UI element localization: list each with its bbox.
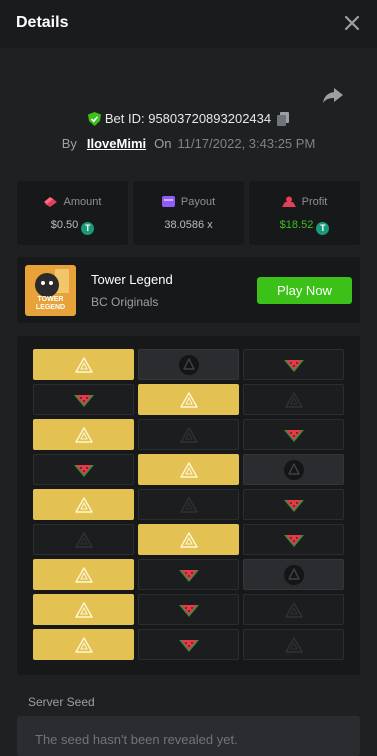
board-cell-r7-c1 xyxy=(33,559,134,590)
gem-icon xyxy=(74,566,93,583)
watermelon-icon xyxy=(283,429,304,442)
profit-value: $18.52 xyxy=(279,219,314,231)
stats-row: Amount $0.50 T Payout 38.0586 x Profit $1… xyxy=(17,181,360,245)
board-cell-r8-c1 xyxy=(33,594,134,625)
board-cell-r9-c2 xyxy=(138,629,239,660)
amount-value: $0.50 xyxy=(50,219,79,231)
copy-icon[interactable] xyxy=(277,112,290,126)
board-cell-r6-c1 xyxy=(33,524,134,555)
gem-icon xyxy=(179,531,198,548)
gem-icon xyxy=(284,601,303,618)
profit-label-row: Profit xyxy=(249,196,360,208)
profit-label: Profit xyxy=(301,196,328,208)
board-cell-r6-c3 xyxy=(243,524,344,555)
gem-icon xyxy=(179,426,198,443)
username-link[interactable]: IloveMimi xyxy=(87,136,146,151)
bet-date: 11/17/2022, 3:43:25 PM xyxy=(177,136,316,151)
server-seed-placeholder: The seed hasn't been revealed yet. xyxy=(35,732,238,747)
gem-icon xyxy=(179,461,198,478)
board-cell-r4-c2 xyxy=(138,454,239,485)
gem-icon xyxy=(284,391,303,408)
board-cell-r5-c3 xyxy=(243,489,344,520)
board-cell-r1-c2 xyxy=(138,349,239,380)
payout-value: 38.0586 x xyxy=(164,219,213,231)
board-cell-r8-c2 xyxy=(138,594,239,625)
server-seed-label: Server Seed xyxy=(28,695,95,709)
watermelon-icon xyxy=(283,499,304,512)
board-cell-r4-c1 xyxy=(33,454,134,485)
on-label: On xyxy=(154,136,172,151)
tower-board xyxy=(17,336,360,675)
watermelon-icon xyxy=(283,359,304,372)
game-card: TOWER LEGEND Tower Legend BC Originals P… xyxy=(17,257,360,323)
gem-icon xyxy=(179,391,198,408)
amount-label: Amount xyxy=(63,196,102,208)
board-cell-r5-c2 xyxy=(138,489,239,520)
board-cell-r3-c3 xyxy=(243,419,344,450)
board-cell-r1-c1 xyxy=(33,349,134,380)
watermelon-icon xyxy=(178,639,199,652)
game-name: Tower Legend xyxy=(91,272,173,287)
coins-icon xyxy=(43,197,57,207)
payout-label-row: Payout xyxy=(133,196,244,208)
header-bar: Details xyxy=(0,0,377,48)
board-cell-r5-c1 xyxy=(33,489,134,520)
gem-icon xyxy=(179,496,198,513)
gem-icon xyxy=(74,496,93,513)
board-cell-r9-c1 xyxy=(33,629,134,660)
board-cell-r6-c2 xyxy=(138,524,239,555)
gem-icon xyxy=(74,426,93,443)
amount-card: Amount $0.50 T xyxy=(17,181,128,245)
play-now-button[interactable]: Play Now xyxy=(257,277,352,304)
profit-icon xyxy=(281,196,296,207)
bet-byline: By IloveMimi On 11/17/2022, 3:43:25 PM xyxy=(0,136,377,151)
board-cell-r2-c3 xyxy=(243,384,344,415)
gem-icon xyxy=(74,601,93,618)
gem-icon xyxy=(283,564,304,585)
page-title: Details xyxy=(16,14,69,31)
watermelon-icon xyxy=(178,604,199,617)
board-cell-r3-c1 xyxy=(33,419,134,450)
watermelon-icon xyxy=(73,464,94,477)
wallet-icon xyxy=(161,196,175,207)
gem-icon xyxy=(284,636,303,653)
gem-icon xyxy=(74,356,93,373)
gem-icon xyxy=(74,636,93,653)
gem-icon xyxy=(178,354,199,375)
board-cell-r3-c2 xyxy=(138,419,239,450)
payout-card: Payout 38.0586 x xyxy=(133,181,244,245)
payout-label: Payout xyxy=(180,196,216,208)
gem-icon xyxy=(283,459,304,480)
by-label: By xyxy=(61,136,77,151)
bet-id-row: Bet ID: 95803720893202434 xyxy=(0,111,377,126)
board-cell-r2-c1 xyxy=(33,384,134,415)
watermelon-icon xyxy=(283,534,304,547)
close-icon[interactable] xyxy=(341,12,363,34)
tether-token-icon: T xyxy=(316,222,330,235)
gem-icon xyxy=(74,531,93,548)
board-cell-r4-c3 xyxy=(243,454,344,485)
board-cell-r1-c3 xyxy=(243,349,344,380)
profit-card: Profit $18.52 T xyxy=(249,181,360,245)
watermelon-icon xyxy=(73,394,94,407)
server-seed-field: The seed hasn't been revealed yet. xyxy=(17,716,360,756)
board-cell-r9-c3 xyxy=(243,629,344,660)
game-provider: BC Originals xyxy=(91,295,159,309)
tether-token-icon: T xyxy=(81,222,95,235)
board-cell-r2-c2 xyxy=(138,384,239,415)
watermelon-icon xyxy=(178,569,199,582)
shield-check-icon xyxy=(87,112,101,126)
amount-value-row: $0.50 T xyxy=(17,219,128,235)
game-thumbnail[interactable]: TOWER LEGEND xyxy=(25,265,76,316)
profit-value-row: $18.52 T xyxy=(249,219,360,235)
share-icon[interactable] xyxy=(322,86,344,104)
board-cell-r7-c2 xyxy=(138,559,239,590)
board-cell-r8-c3 xyxy=(243,594,344,625)
bet-id-text: Bet ID: 95803720893202434 xyxy=(104,111,272,126)
amount-label-row: Amount xyxy=(17,196,128,208)
board-cell-r7-c3 xyxy=(243,559,344,590)
game-thumb-label: TOWER LEGEND xyxy=(35,296,66,311)
